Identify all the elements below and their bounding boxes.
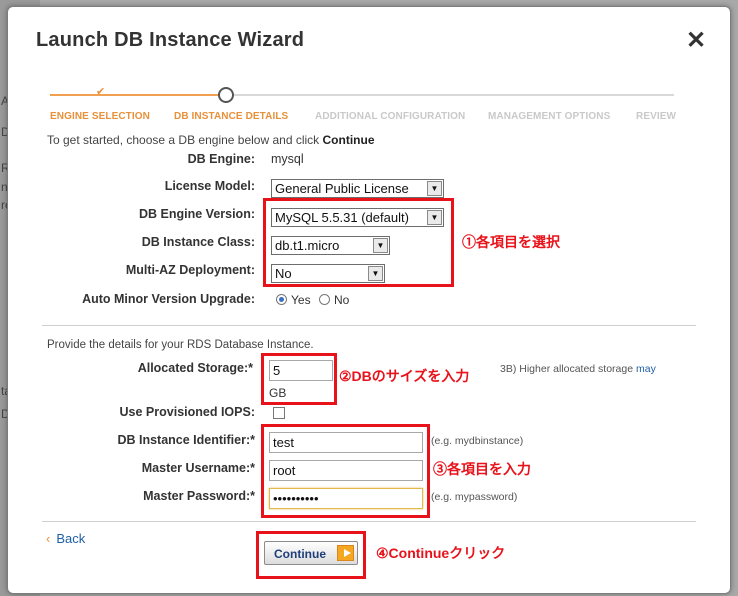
storage-hint-text: 3B) Higher allocated storage [500,363,634,375]
storage-hint-link[interactable]: may [636,363,656,375]
intro-text-body: To get started, choose a DB engine below… [47,133,323,147]
provisioned-iops-label: Use Provisioned IOPS: [119,405,255,419]
auto-minor-yes-radio[interactable] [276,294,287,305]
footer-divider [42,521,696,522]
identifier-hint: (e.g. mydbinstance) [431,435,524,447]
section-divider [42,325,696,326]
chevron-down-icon: ▼ [427,181,442,196]
auto-minor-no-radio[interactable] [319,294,330,305]
dialog-title: Launch DB Instance Wizard [36,29,305,51]
storage-hint: 3B) Higher allocated storage may [500,363,656,375]
annotation-box-select [263,198,454,287]
step-progress-done [50,94,228,96]
intro-text: To get started, choose a DB engine below… [47,133,375,147]
allocated-storage-label: Allocated Storage:* [137,361,253,375]
annotation-note-3: ③各項目を入力 [433,461,531,477]
annotation-box-storage [261,353,337,405]
intro-text-bold: Continue [322,133,375,147]
provisioned-iops-checkbox[interactable] [273,407,285,419]
current-step-marker [218,87,234,103]
auto-minor-upgrade-label: Auto Minor Version Upgrade: [82,292,255,306]
license-model-value: General Public License [275,181,409,196]
license-model-label: License Model: [164,179,255,193]
license-model-select[interactable]: General Public License ▼ [271,179,444,198]
master-username-label: Master Username:* [141,461,255,475]
back-link[interactable]: ‹ Back [46,531,85,546]
db-instance-identifier-label: DB Instance Identifier:* [117,433,255,447]
db-engine-version-label: DB Engine Version: [139,207,255,221]
step-additional-configuration: ADDITIONAL CONFIGURATION [315,111,466,122]
step-db-instance-details: DB INSTANCE DETAILS [174,111,289,122]
auto-minor-no-label[interactable]: No [334,293,349,307]
db-instance-class-label: DB Instance Class: [141,235,255,249]
annotation-box-credentials [261,424,430,518]
annotation-box-continue [256,531,366,579]
master-password-label: Master Password:* [143,489,255,503]
step-management-options: MANAGEMENT OPTIONS [488,111,611,122]
annotation-note-1: ①各項目を選択 [462,234,560,250]
annotation-note-2: ②DBのサイズを入力 [339,368,470,384]
chevron-left-icon: ‹ [46,531,51,546]
db-engine-label: DB Engine: [187,152,255,166]
close-icon[interactable]: ✕ [686,29,706,53]
db-engine-value: mysql [271,152,304,166]
step-review: REVIEW [636,111,677,122]
auto-minor-yes-label[interactable]: Yes [291,293,311,307]
check-icon: ✔ [96,86,106,98]
back-link-label: Back [56,531,86,546]
section-description: Provide the details for your RDS Databas… [47,339,314,351]
multi-az-label: Multi-AZ Deployment: [125,263,255,277]
annotation-note-4: ④Continueクリック [376,545,506,561]
step-progress-pending [234,94,674,96]
step-engine-selection: ENGINE SELECTION [50,111,150,122]
password-hint: (e.g. mypassword) [431,491,518,503]
